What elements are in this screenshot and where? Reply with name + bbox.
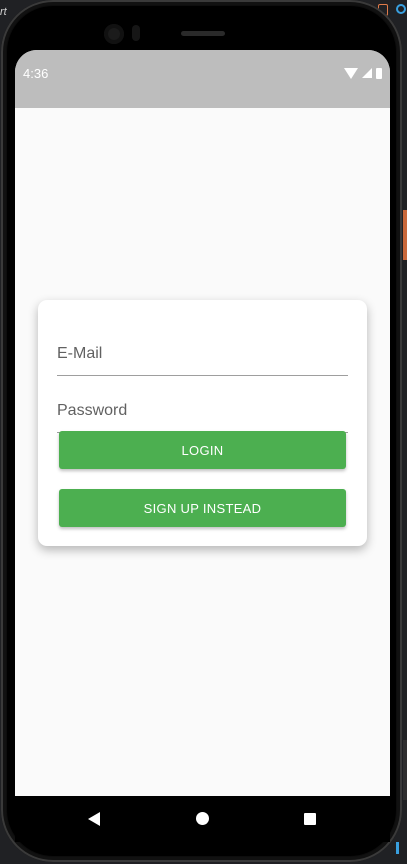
signup-button-label: SIGN UP INSTEAD <box>143 500 262 516</box>
ide-side-tab[interactable] <box>403 210 407 260</box>
email-input[interactable] <box>57 345 348 363</box>
ide-side-indicator <box>396 842 399 854</box>
wifi-icon <box>344 67 358 79</box>
earpiece-speaker <box>181 31 225 36</box>
ide-corner-text: rt <box>0 6 7 18</box>
status-time: 4:36 <box>23 66 49 81</box>
email-field[interactable] <box>57 325 348 376</box>
signal-icon <box>362 68 372 78</box>
login-button-label: LOGIN <box>181 442 224 458</box>
sensor-icon <box>132 25 140 41</box>
auth-card: LOGIN SIGN UP INSTEAD <box>38 300 367 546</box>
navigation-bar <box>15 796 390 842</box>
signup-instead-button[interactable]: SIGN UP INSTEAD <box>59 489 346 527</box>
password-input[interactable] <box>57 402 348 420</box>
front-camera-icon <box>104 24 124 44</box>
password-field[interactable] <box>57 382 348 433</box>
ide-status-icon[interactable] <box>396 4 406 14</box>
back-icon[interactable] <box>88 812 100 826</box>
battery-icon <box>376 67 382 79</box>
recents-icon[interactable] <box>304 813 316 825</box>
status-bar: 4:36 <box>15 50 390 108</box>
home-icon[interactable] <box>196 812 209 825</box>
login-button[interactable]: LOGIN <box>59 431 346 469</box>
ide-side-panel <box>403 740 407 800</box>
status-icons <box>344 67 382 79</box>
device-screen: 4:36 LOGIN SIGN UP INSTEAD <box>15 50 390 796</box>
